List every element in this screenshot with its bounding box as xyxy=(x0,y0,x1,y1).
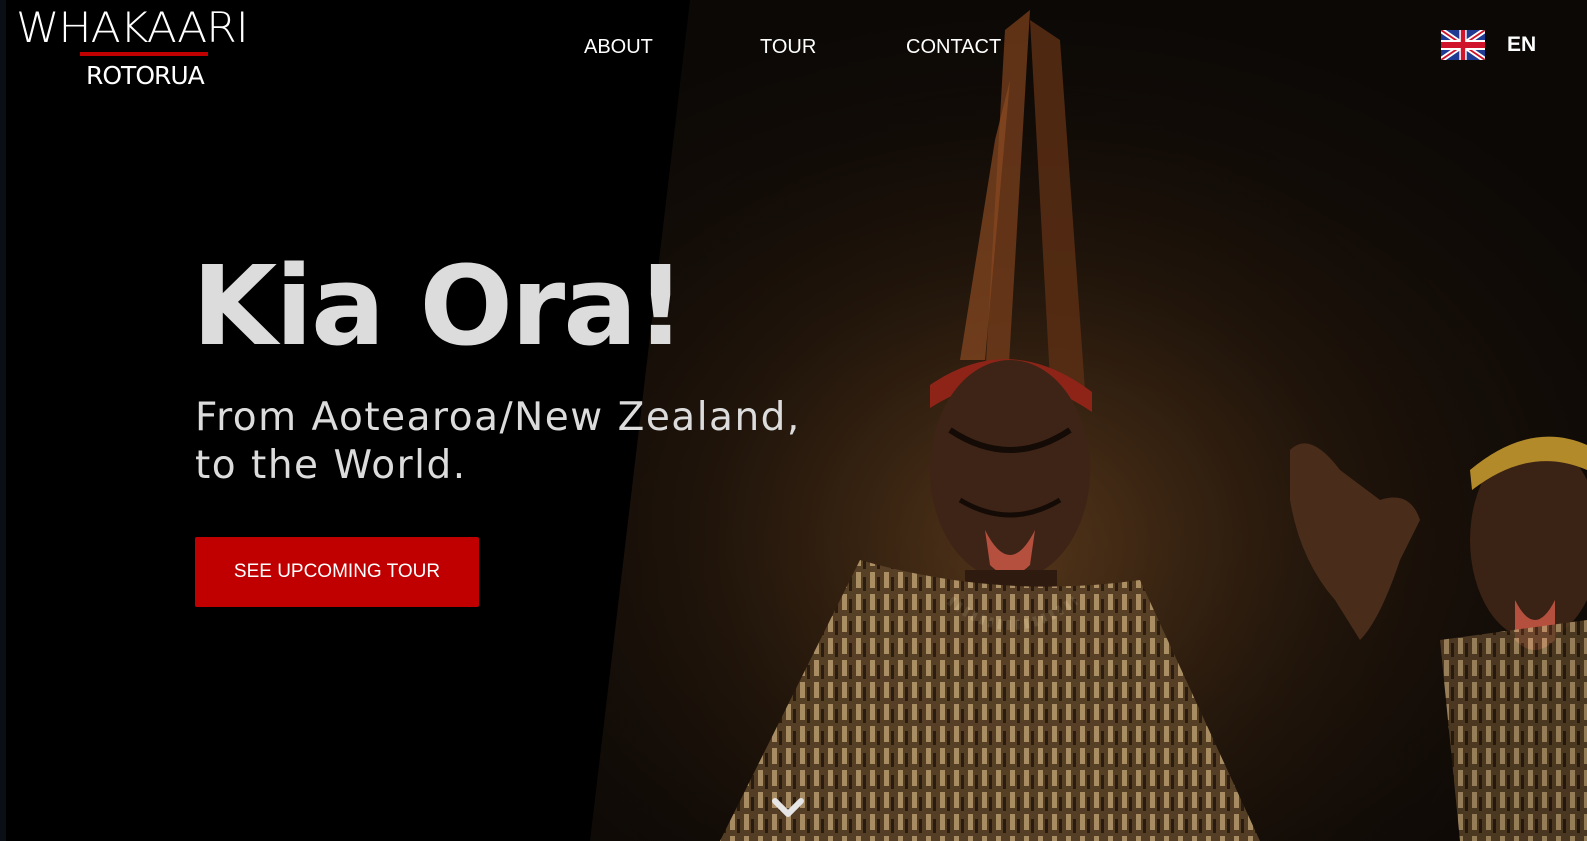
hero-headline: Kia Ora! xyxy=(192,242,686,370)
language-label: EN xyxy=(1507,33,1537,56)
nav-link-tour[interactable]: TOUR xyxy=(760,34,816,60)
logo-text-bottom: ROTORUA xyxy=(86,61,205,90)
see-upcoming-tour-button[interactable]: SEE UPCOMING TOUR xyxy=(195,537,479,607)
nav-link-contact[interactable]: CONTACT xyxy=(906,34,1001,60)
page-edge xyxy=(0,0,6,841)
hero-subline-1: From Aotearoa/New Zealand, xyxy=(195,395,801,440)
language-selector[interactable]: EN xyxy=(1441,30,1571,62)
uk-flag-icon xyxy=(1441,30,1485,60)
main-nav: ABOUT TOUR CONTACT xyxy=(0,34,1587,60)
chevron-down-icon[interactable] xyxy=(771,793,805,821)
hero-subheadline: From Aotearoa/New Zealand, to the World. xyxy=(195,394,835,490)
nav-link-about[interactable]: ABOUT xyxy=(584,34,653,60)
hero-subline-2: to the World. xyxy=(195,443,467,488)
